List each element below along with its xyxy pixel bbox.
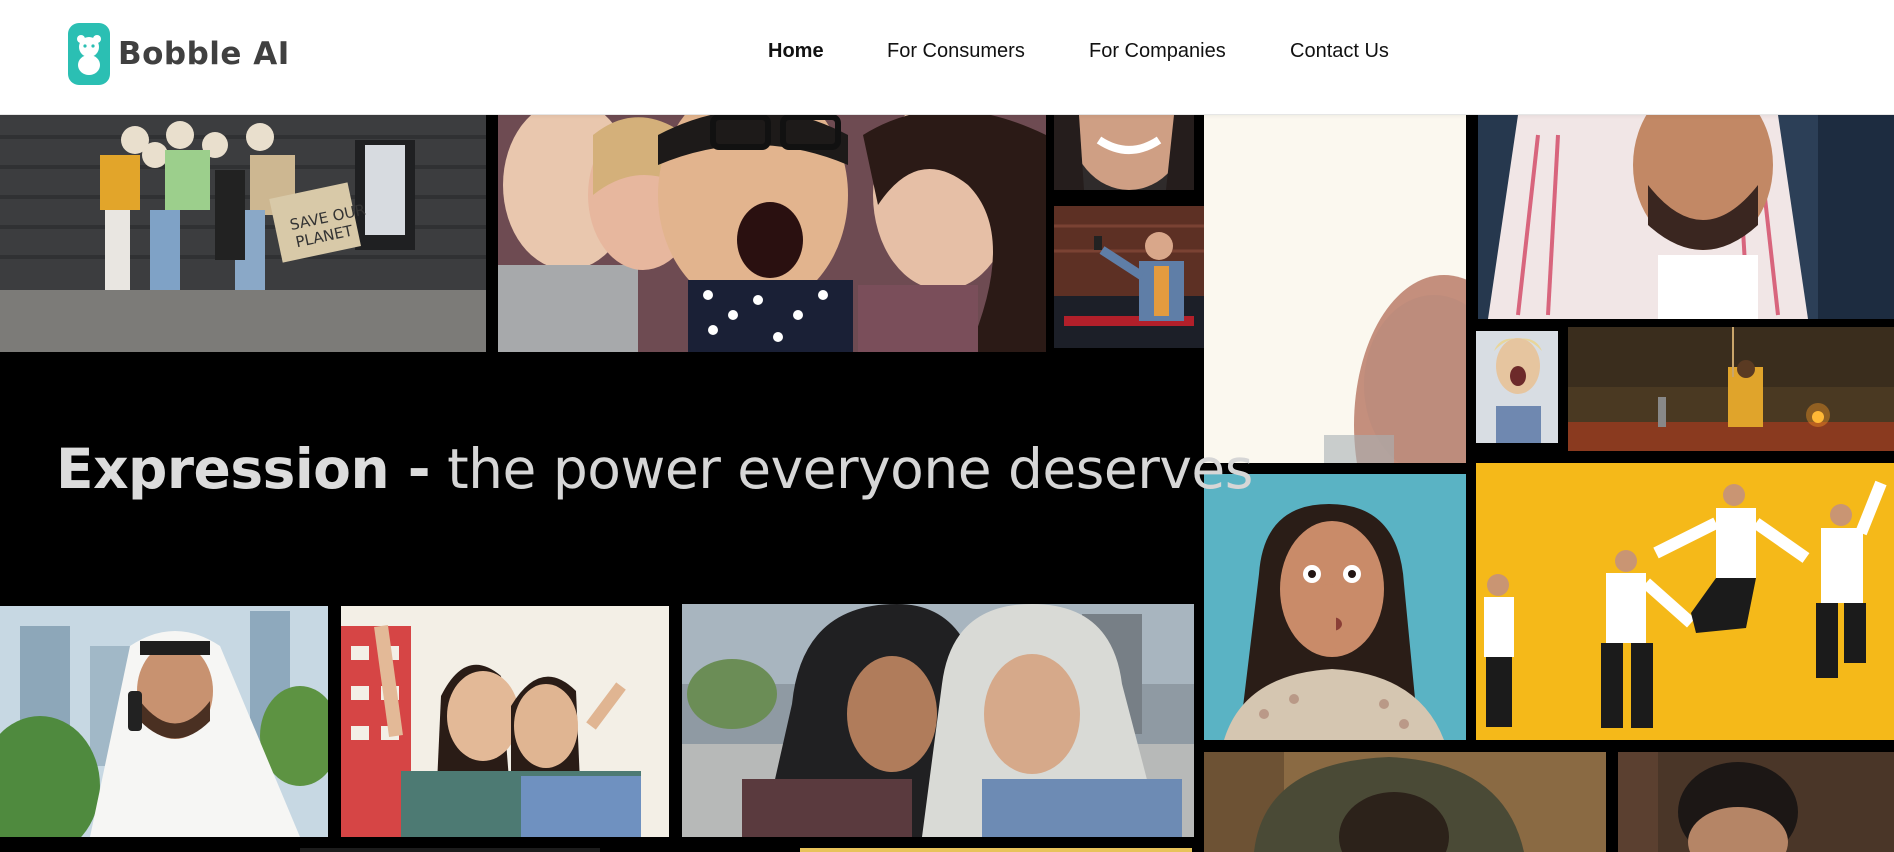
- hooded-person-photo: [1204, 752, 1606, 852]
- hero-headline: Expression - the power everyone deserves: [56, 437, 1253, 501]
- site-header: Bobble AI Home For Consumers For Compani…: [0, 0, 1894, 115]
- partial-tile-edge: [800, 848, 1192, 852]
- man-on-phone-photo: [0, 606, 328, 837]
- nav-item-contact-us[interactable]: Contact Us: [1290, 40, 1389, 63]
- woman-shush-photo: [1204, 474, 1466, 740]
- jumping-businessmen-photo: [1476, 463, 1894, 740]
- friends-selfie-photo: [498, 115, 1046, 352]
- man-portrait-photo: [1618, 752, 1894, 852]
- nav-item-for-companies[interactable]: For Companies: [1089, 40, 1226, 63]
- woman-smiling-photo: [1054, 115, 1194, 190]
- friends-peace-sign-photo: [341, 606, 669, 837]
- brand-name: Bobble AI: [118, 36, 290, 72]
- man-keffiyeh-photo: [1478, 115, 1894, 319]
- cream-background-photo: [1204, 115, 1466, 463]
- nav-item-for-consumers[interactable]: For Consumers: [887, 40, 1025, 63]
- bobble-logo-icon: [68, 23, 110, 85]
- nav-item-home[interactable]: Home: [768, 40, 824, 63]
- temple-ritual-photo: [1568, 327, 1894, 451]
- hero-headline-strong: Expression -: [56, 437, 431, 501]
- woman-laughing-photo: [1476, 331, 1558, 443]
- brand-logo-link[interactable]: Bobble AI: [68, 22, 290, 86]
- women-hijab-photo: [682, 604, 1194, 837]
- partial-tile-edge: [300, 848, 600, 852]
- protest-group-photo: SAVE OUR PLANET: [0, 115, 486, 352]
- hero-headline-light: the power everyone deserves: [447, 437, 1253, 501]
- man-selfie-photo: [1054, 206, 1204, 348]
